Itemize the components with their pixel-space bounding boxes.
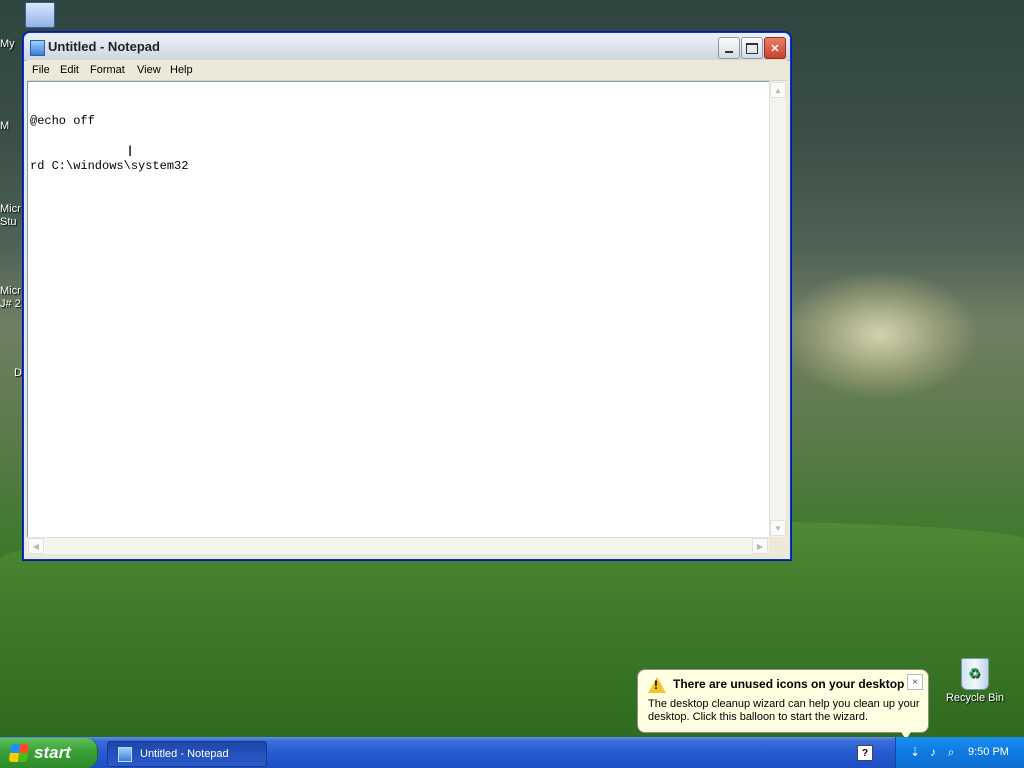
scroll-left-button[interactable]: ◀ [28, 538, 44, 554]
desktop-icon-recycle-bin[interactable]: Recycle Bin [940, 658, 1010, 704]
desktop-label-micr1[interactable]: Micr [0, 203, 21, 215]
menu-help[interactable]: Help [170, 64, 193, 76]
recycle-bin-label: Recycle Bin [945, 692, 1005, 704]
scroll-up-button[interactable]: ▲ [770, 82, 786, 98]
desktop-label-j2[interactable]: J# 2 [0, 298, 21, 310]
title-bar[interactable]: Untitled - Notepad ✕ [24, 33, 790, 61]
taskbar: start Untitled - Notepad ? ⇣ ♪ ⌕ 9:50 PM [0, 737, 1024, 768]
minimize-button[interactable] [718, 37, 740, 59]
notepad-icon [118, 746, 132, 762]
start-button[interactable]: start [0, 738, 98, 768]
menu-file[interactable]: File [32, 64, 50, 76]
help-icon[interactable]: ? [857, 745, 873, 761]
desktop-icon-my-computer[interactable] [20, 2, 60, 30]
maximize-button[interactable] [741, 37, 763, 59]
menu-view[interactable]: View [137, 64, 161, 76]
taskbar-button-label: Untitled - Notepad [140, 748, 229, 760]
maximize-icon [746, 42, 758, 54]
desktop-label-my[interactable]: My [0, 38, 15, 50]
vertical-scrollbar[interactable]: ▲ ▼ [769, 81, 786, 537]
balloon-title: There are unused icons on your desktop [673, 677, 905, 691]
desktop-label-d[interactable]: D [14, 367, 22, 379]
sky-glow [780, 270, 980, 400]
notepad-window: Untitled - Notepad ✕ File Edit Format Vi… [23, 32, 791, 560]
start-label: start [34, 743, 71, 762]
scroll-down-button[interactable]: ▼ [770, 520, 786, 536]
system-tray: ⇣ ♪ ⌕ 9:50 PM [895, 737, 1024, 768]
menu-bar: File Edit Format View Help [27, 60, 787, 81]
computer-icon [25, 2, 55, 28]
speaker-icon[interactable]: ♪ [926, 745, 940, 759]
desktop-label-m[interactable]: M [0, 120, 9, 132]
editor-content: @echo off rd C:\windows\system32 [30, 84, 188, 204]
notepad-icon [30, 40, 45, 56]
close-button[interactable]: ✕ [764, 37, 786, 59]
window-title: Untitled - Notepad [48, 39, 160, 54]
desktop-cleanup-balloon[interactable]: ! There are unused icons on your desktop… [637, 669, 929, 733]
desktop-label-stu[interactable]: Stu [0, 216, 17, 228]
network-icon[interactable]: ⇣ [908, 745, 922, 759]
desktop-label-micr2[interactable]: Micr [0, 285, 21, 297]
editor-line: rd C:\windows\system32 [30, 159, 189, 173]
scroll-right-button[interactable]: ▶ [752, 538, 768, 554]
text-cursor-icon: I [128, 144, 133, 160]
minimize-icon [725, 51, 733, 53]
text-editor[interactable]: @echo off rd C:\windows\system32 I [27, 81, 771, 539]
menu-edit[interactable]: Edit [60, 64, 79, 76]
balloon-body: The desktop cleanup wizard can help you … [648, 698, 920, 723]
recycle-bin-icon [961, 658, 989, 690]
search-icon[interactable]: ⌕ [944, 745, 958, 759]
balloon-close-button[interactable]: × [907, 674, 923, 690]
horizontal-scrollbar[interactable]: ◀ ▶ [27, 537, 769, 554]
taskbar-button-notepad[interactable]: Untitled - Notepad [107, 741, 267, 767]
resize-grip[interactable] [769, 537, 785, 553]
windows-logo-icon [8, 744, 30, 762]
menu-format[interactable]: Format [90, 64, 125, 76]
editor-line: @echo off [30, 114, 95, 128]
close-icon: ✕ [770, 42, 780, 55]
warning-icon-mark: ! [654, 678, 658, 692]
clock[interactable]: 9:50 PM [968, 746, 1009, 758]
